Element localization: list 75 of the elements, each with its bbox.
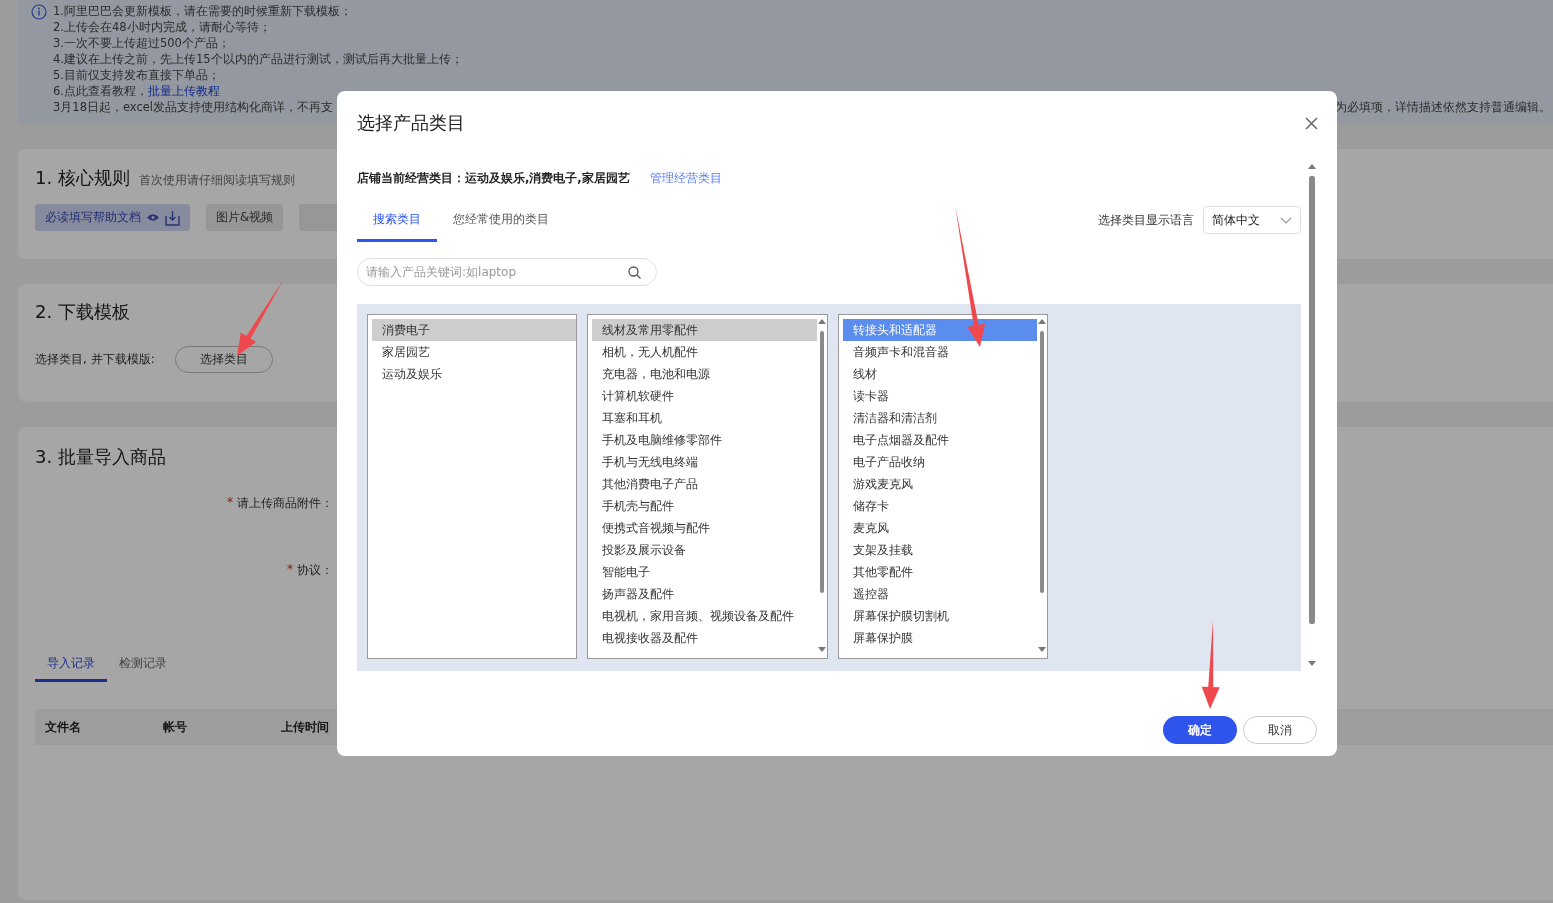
category-item[interactable]: 家居园艺 — [372, 341, 576, 363]
tab[interactable]: 检测记录 — [107, 655, 179, 682]
tab[interactable]: 搜索类目 — [357, 198, 437, 242]
language-dropdown[interactable]: 简体中文 — [1203, 206, 1301, 234]
section-subtitle: 首次使用请仔细阅读填写规则 — [138, 172, 295, 189]
search-icon — [628, 266, 641, 279]
category-item[interactable]: 电视机，家用音频、视频设备及配件 — [592, 605, 817, 627]
tag-button[interactable]: 必读填写帮助文档 — [35, 204, 190, 231]
notice-text: 4.建议在上传之前，先上传15个以内的产品进行测试，测试后再大批量上传； — [53, 51, 464, 67]
category-item[interactable]: 电视接收器及配件 — [592, 627, 817, 649]
close-button[interactable] — [1303, 114, 1320, 132]
required-mark: * — [227, 495, 233, 511]
column-header: 文件名 — [45, 718, 82, 736]
category-item[interactable]: 耳塞和耳机 — [592, 407, 817, 429]
category-item[interactable]: 手机壳与配件 — [592, 495, 817, 517]
tab[interactable]: 您经常使用的类目 — [437, 198, 565, 242]
notice-text: 1.阿里巴巴会更新模板，请在需要的时候重新下载模板； — [53, 3, 353, 19]
category-item[interactable]: 运动及娱乐 — [372, 363, 576, 385]
category-item[interactable]: 支架及挂载 — [843, 539, 1037, 561]
tutorial-link[interactable]: 批量上传教程 — [148, 84, 220, 98]
notice-text: 2.上传会在48小时内完成，请耐心等待； — [53, 19, 272, 35]
notice-text: 3月18日起，excel发品支持使用结构化商详，不再支 — [53, 99, 334, 115]
required-mark: * — [287, 562, 293, 578]
close-icon — [1305, 116, 1318, 130]
category-item[interactable]: 手机与无线电终端 — [592, 451, 817, 473]
info-icon — [31, 4, 47, 20]
category-item[interactable]: 读卡器 — [843, 385, 1037, 407]
category-item[interactable]: 电子产品收纳 — [843, 451, 1037, 473]
section-title: 1. 核心规则 — [35, 166, 130, 190]
store-categories-text: 店铺当前经营类目：运动及娱乐,消费电子,家居园艺 — [357, 171, 630, 186]
column-header: 上传时间 — [281, 718, 330, 736]
field-label: 请上传商品附件： — [237, 495, 333, 512]
category-item[interactable]: 清洁器和清洁剂 — [843, 407, 1037, 429]
field-label: 选择类目, 并下载模版: — [35, 351, 155, 368]
category-item[interactable]: 相机，无人机配件 — [592, 341, 817, 363]
category-item[interactable]: 电子点烟器及配件 — [843, 429, 1037, 451]
category-item[interactable]: 储存卡 — [843, 495, 1037, 517]
category-item[interactable]: 其他零配件 — [843, 561, 1037, 583]
category-item[interactable]: 计算机软硬件 — [592, 385, 817, 407]
dialog-title: 选择产品类目 — [357, 111, 465, 135]
category-item[interactable]: 屏幕保护膜 — [843, 627, 1037, 649]
category-item[interactable]: 屏幕保护膜切割机 — [843, 605, 1037, 627]
category-item[interactable]: 充电器，电池和电源 — [592, 363, 817, 385]
confirm-button[interactable]: 确定 — [1163, 716, 1237, 744]
cancel-button[interactable]: 取消 — [1243, 716, 1317, 744]
category-item[interactable]: 扬声器及配件 — [592, 583, 817, 605]
section-title: 2. 下载模板 — [35, 300, 130, 324]
category-item[interactable]: 其他消费电子产品 — [592, 473, 817, 495]
category-item[interactable]: 遥控器 — [843, 583, 1037, 605]
select-category-button[interactable]: 选择类目 — [174, 346, 273, 373]
field-label: 协议： — [297, 562, 333, 579]
notice-text: 5.目前仅支持发布直接下单品； — [53, 67, 221, 83]
category-item[interactable]: 智能电子 — [592, 561, 817, 583]
eye-icon — [147, 213, 159, 222]
download-icon — [165, 209, 180, 226]
column-header: 帐号 — [163, 718, 188, 736]
category-item[interactable]: 线材 — [843, 363, 1037, 385]
search-field[interactable]: 请输入产品关键词:如laptop — [357, 258, 657, 286]
notice-text: 3.一次不要上传超过500个产品； — [53, 35, 231, 51]
tag-button[interactable] — [299, 204, 340, 231]
tag-button[interactable]: 图片&视频 — [206, 204, 284, 231]
category-item[interactable]: 投影及展示设备 — [592, 539, 817, 561]
category-item[interactable]: 手机及电脑维修零部件 — [592, 429, 817, 451]
category-item[interactable]: 麦克风 — [843, 517, 1037, 539]
category-item[interactable]: 线材及常用零配件 — [592, 319, 817, 341]
manage-categories-link[interactable]: 管理经营类目 — [649, 171, 722, 186]
chevron-down-icon — [1280, 216, 1292, 224]
category-item[interactable]: 消费电子 — [372, 319, 576, 341]
category-item[interactable]: 音频声卡和混音器 — [843, 341, 1037, 363]
tab[interactable]: 导入记录 — [35, 655, 107, 682]
field-label: 选择类目显示语言 — [1098, 211, 1194, 229]
section-title: 3. 批量导入商品 — [35, 445, 166, 469]
category-item[interactable]: 游戏麦克风 — [843, 473, 1037, 495]
notice-text: 为必填项，详情描述依然支持普通编辑。 — [1335, 99, 1551, 115]
category-item[interactable]: 便携式音视频与配件 — [592, 517, 817, 539]
